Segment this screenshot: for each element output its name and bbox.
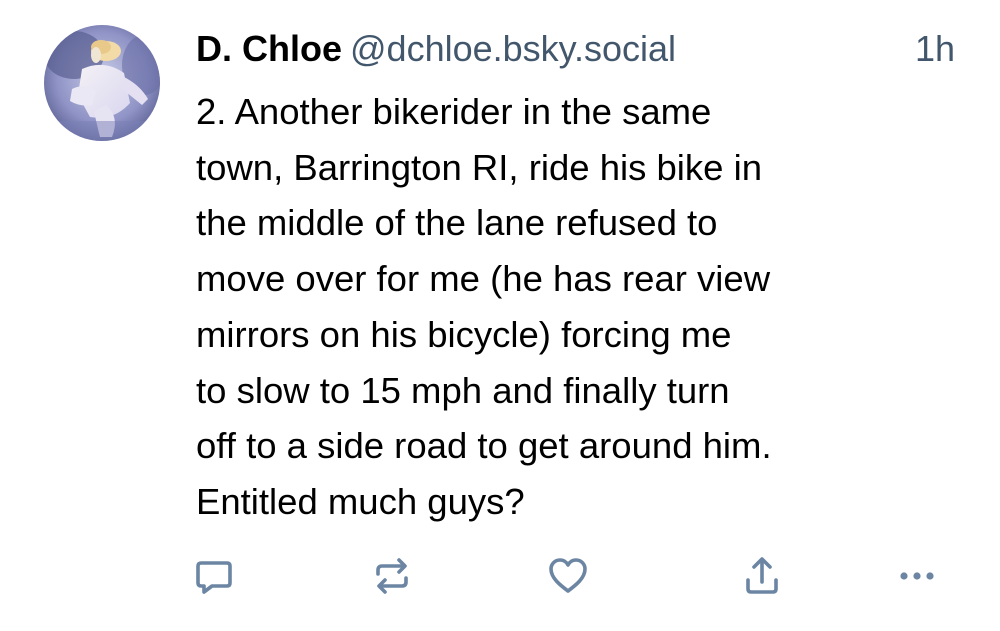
more-icon [900,572,934,580]
post[interactable]: D. Chloe @dchloe.bsky.social 1h 2. Anothe… [0,0,1000,631]
heart-icon [549,558,587,593]
avatar-image [44,25,160,141]
reply-icon [196,561,232,594]
post-text-line: to slow to 15 mph and finally turn [196,369,730,411]
avatar[interactable] [44,25,160,141]
share-button[interactable] [738,552,786,600]
reply-button[interactable] [190,552,238,600]
post-header: D. Chloe @dchloe.bsky.social 1h [196,24,961,74]
repost-icon [376,558,408,594]
post-text-line: off to a side road to get around him. [196,425,772,467]
more-options-button[interactable] [893,552,941,600]
author-handle[interactable]: @dchloe.bsky.social [350,28,676,69]
post-text-line: mirrors on his bicycle) forcing me [196,313,732,355]
post-timestamp[interactable]: 1h [915,24,955,74]
post-text-line: move over for me (he has rear view [196,258,771,300]
post-text-line: 2. Another bikerider in the same [196,91,712,132]
post-actions [0,552,1000,602]
post-text-line: Entitled much guys? [196,480,525,522]
post-text: 2. Another bikerider in the same town, B… [196,84,936,530]
like-button[interactable] [544,552,592,600]
repost-button[interactable] [368,552,416,600]
post-text-line: town, Barrington RI, ride his bike in [196,146,763,188]
post-text-line: the middle of the lane refused to [196,202,718,244]
author-display-name[interactable]: D. Chloe [196,28,342,69]
share-icon [746,557,778,594]
